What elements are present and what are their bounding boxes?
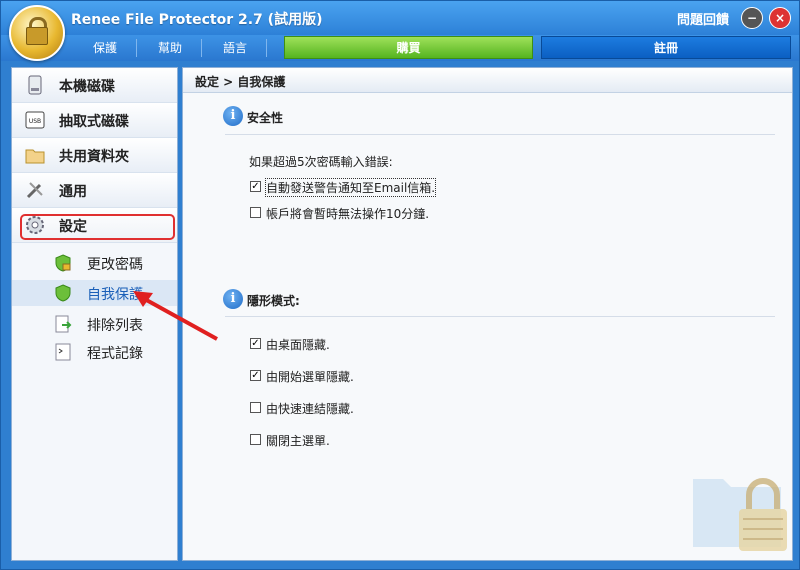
info-icon: i — [223, 289, 243, 309]
check-icon: ✓ — [251, 338, 260, 349]
menu-separator — [136, 39, 137, 57]
hide-quick-launch-checkbox[interactable] — [250, 402, 261, 413]
sidebar-subitem-program-log[interactable]: 程式記錄 — [12, 339, 177, 365]
app-logo-lock-icon — [9, 5, 65, 61]
sidebar-subitem-label: 自我保護 — [87, 287, 143, 303]
title-bar: Renee File Protector 2.7 (試用版) 問題回饋 − × — [1, 1, 799, 37]
menu-protect[interactable]: 保護 — [93, 39, 117, 56]
sidebar-item-shared-folder[interactable]: 共用資料夾 — [12, 138, 177, 173]
section-divider — [225, 316, 775, 317]
minimize-button[interactable]: − — [741, 7, 763, 29]
buy-button[interactable]: 購買 — [284, 36, 533, 59]
hide-start-menu-label[interactable]: 由開始選單隱藏. — [266, 368, 354, 385]
register-button[interactable]: 註冊 — [541, 36, 791, 59]
close-button[interactable]: × — [769, 7, 791, 29]
sidebar-subitem-self-protection[interactable]: 自我保護 — [12, 280, 177, 306]
email-alert-label[interactable]: 自動發送警告通知至Email信箱. — [264, 178, 437, 197]
sidebar-item-label: 共用資料夾 — [59, 149, 129, 165]
stealth-section-title: 隱形模式: — [247, 294, 300, 308]
close-main-menu-label[interactable]: 關閉主選單. — [266, 432, 330, 449]
sidebar-subitem-label: 程式記錄 — [87, 346, 143, 362]
hide-start-menu-checkbox[interactable]: ✓ — [250, 370, 261, 381]
sidebar-item-local-disk[interactable]: 本機磁碟 — [12, 68, 177, 103]
close-main-menu-checkbox[interactable] — [250, 434, 261, 445]
shield-icon — [55, 284, 71, 302]
sidebar-subitem-change-password[interactable]: 更改密碼 — [12, 250, 177, 276]
menu-language[interactable]: 語言 — [223, 39, 247, 56]
sidebar-item-label: 抽取式磁碟 — [59, 114, 129, 130]
sidebar-subitem-label: 更改密碼 — [87, 257, 143, 273]
password-failure-prompt: 如果超過5次密碼輸入錯誤: — [249, 155, 393, 169]
shield-lock-icon — [55, 254, 71, 272]
title-bar-controls: 問題回饋 − × — [677, 7, 791, 29]
breadcrumb-text: 設定 > 自我保護 — [195, 75, 286, 89]
email-alert-checkbox[interactable]: ✓ — [250, 181, 261, 192]
menu-separator — [201, 39, 202, 57]
check-icon: ✓ — [251, 370, 260, 381]
log-icon — [55, 343, 71, 361]
security-section-title: 安全性 — [247, 111, 284, 125]
settings-highlight-box — [20, 214, 175, 240]
feedback-link[interactable]: 問題回饋 — [677, 9, 729, 28]
tools-icon — [26, 182, 43, 199]
check-icon: ✓ — [251, 181, 260, 192]
hide-desktop-label[interactable]: 由桌面隱藏. — [266, 336, 330, 353]
app-title: Renee File Protector 2.7 (試用版) — [71, 12, 323, 28]
account-lock-label[interactable]: 帳戶將會暫時無法操作10分鐘. — [266, 205, 429, 222]
sidebar: 本機磁碟 USB 抽取式磁碟 共用資料夾 通用 設定 更改密碼 自我保護 排除列… — [11, 67, 178, 561]
info-icon: i — [223, 106, 243, 126]
exclude-list-icon — [55, 315, 72, 333]
section-divider — [225, 134, 775, 135]
hide-quick-launch-label[interactable]: 由快速連結隱藏. — [266, 400, 354, 417]
sidebar-subitem-label: 排除列表 — [87, 318, 143, 334]
menu-help[interactable]: 幫助 — [158, 39, 182, 56]
sidebar-subitem-exclude-list[interactable]: 排除列表 — [12, 311, 177, 337]
sidebar-item-label: 本機磁碟 — [59, 79, 115, 95]
shared-folder-icon — [25, 149, 45, 164]
sidebar-item-label: 通用 — [59, 184, 87, 200]
menu-separator — [266, 39, 267, 57]
usb-drive-icon: USB — [25, 111, 45, 129]
breadcrumb: 設定 > 自我保護 — [183, 68, 792, 93]
sidebar-item-removable-disk[interactable]: USB 抽取式磁碟 — [12, 103, 177, 138]
hard-disk-icon — [28, 75, 42, 95]
svg-text:USB: USB — [29, 118, 41, 125]
app-window: Renee File Protector 2.7 (試用版) 問題回饋 − × … — [0, 0, 800, 570]
sidebar-item-general[interactable]: 通用 — [12, 173, 177, 208]
folder-lock-watermark-icon — [693, 478, 787, 551]
account-lock-checkbox[interactable] — [250, 207, 261, 218]
hide-desktop-checkbox[interactable]: ✓ — [250, 338, 261, 349]
